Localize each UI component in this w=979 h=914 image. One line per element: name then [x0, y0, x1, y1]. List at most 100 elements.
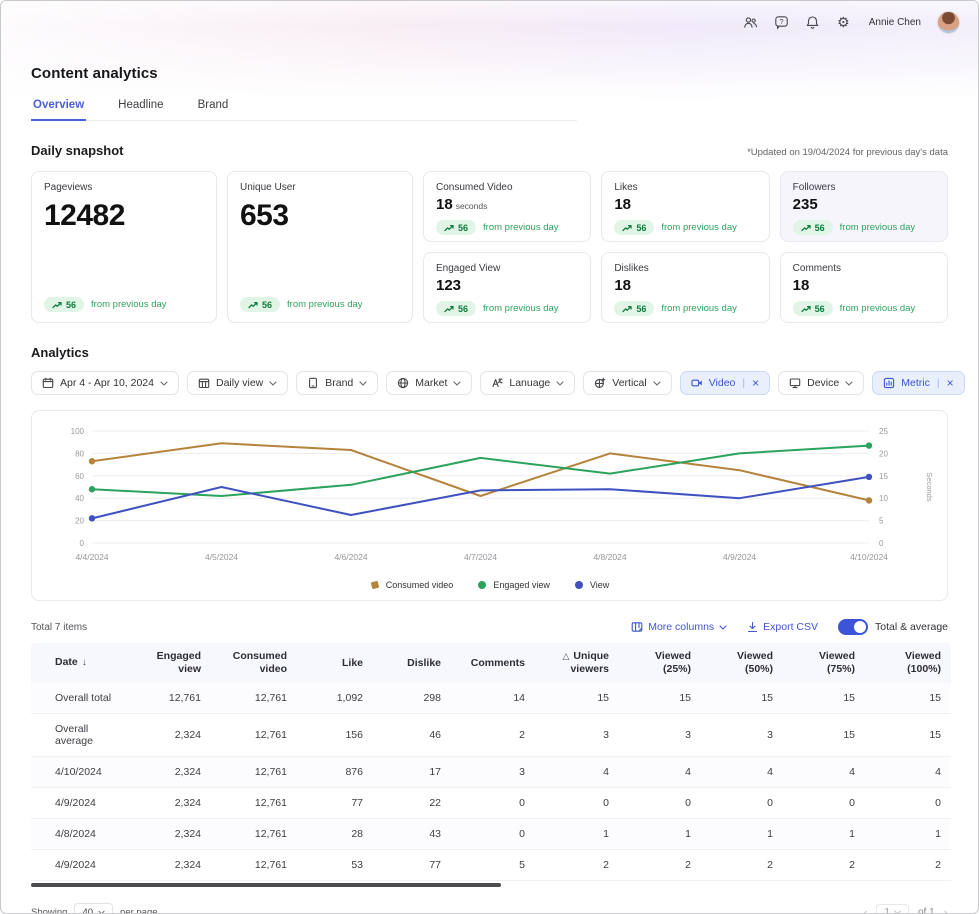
col-header-dislike[interactable]: Dislike	[373, 643, 451, 683]
svg-text:20: 20	[879, 449, 888, 458]
filter-label: Market	[415, 377, 447, 389]
cell: 876	[297, 757, 373, 788]
table-row-overall-average[interactable]: Overall average2,32412,7611564623331515	[31, 714, 951, 757]
table-row-overall-total[interactable]: Overall total12,76112,7611,0922981415151…	[31, 683, 951, 714]
cell: 1	[783, 819, 865, 850]
tab-brand[interactable]: Brand	[196, 94, 231, 120]
cell: 4	[783, 757, 865, 788]
horizontal-scrollbar[interactable]	[31, 883, 501, 887]
delta-note: from previous day	[483, 303, 559, 314]
export-csv-button[interactable]: Export CSV	[747, 621, 818, 633]
col-header-viewed-100[interactable]: Viewed (100%)	[865, 643, 951, 683]
filter-metric[interactable]: Metric|×	[872, 371, 964, 395]
col-header-comments[interactable]: Comments	[451, 643, 535, 683]
toggle-switch[interactable]	[838, 619, 868, 635]
tab-headline[interactable]: Headline	[116, 94, 165, 120]
trend-badge: 56	[793, 301, 833, 316]
trend-up-icon	[52, 301, 62, 309]
col-header-viewed-50[interactable]: Viewed (50%)	[701, 643, 783, 683]
chevron-down-icon	[845, 381, 853, 386]
settings-icon[interactable]: ⚙	[836, 15, 851, 30]
column-label: Like	[342, 657, 363, 669]
filter-label: Vertical	[612, 377, 646, 389]
per-page-label: per page	[120, 907, 158, 914]
cell: 12,761	[211, 714, 297, 757]
avatar[interactable]	[937, 11, 960, 34]
filter-daily-view[interactable]: Daily view	[187, 371, 288, 395]
tab-overview[interactable]: Overview	[31, 94, 86, 121]
trend-up-icon	[444, 305, 454, 313]
legend-view[interactable]: View	[574, 580, 609, 590]
cell: 1	[619, 819, 701, 850]
delta-triangle-icon: △	[562, 651, 569, 661]
pagination: ‹ 1 of 1 ›	[863, 904, 948, 914]
card-value: 18	[614, 196, 631, 213]
snapshot-cards: Pageviews1248256from previous dayUnique …	[31, 171, 948, 323]
filter-apr-4-apr-10-2024[interactable]: Apr 4 - Apr 10, 2024	[31, 371, 179, 395]
tabs: Overview Headline Brand	[31, 94, 577, 121]
people-icon[interactable]	[743, 15, 758, 30]
filter-device[interactable]: Device	[778, 371, 864, 395]
cell: 15	[535, 683, 619, 714]
notifications-icon[interactable]	[805, 15, 820, 30]
card-label: Comments	[793, 263, 935, 274]
cell: 0	[451, 788, 535, 819]
column-label: Viewed (50%)	[737, 650, 773, 675]
filter-brand[interactable]: Brand	[296, 371, 378, 395]
delta-row: 56from previous day	[240, 297, 400, 312]
cell: 15	[701, 683, 783, 714]
legend-engaged-view[interactable]: Engaged view	[477, 580, 550, 590]
cell: 4	[865, 757, 951, 788]
delta-value: 56	[66, 300, 76, 310]
filter-lanuage[interactable]: Lanuage	[480, 371, 575, 395]
table-row-4-9-2024[interactable]: 4/9/20242,32412,7617722000000	[31, 788, 951, 819]
chevron-down-icon	[359, 381, 367, 386]
svg-text:4/9/2024: 4/9/2024	[723, 552, 756, 562]
legend-marker	[370, 580, 380, 590]
more-columns-label: More columns	[648, 621, 714, 633]
close-icon[interactable]: ×	[947, 377, 954, 389]
more-columns-button[interactable]: More columns	[631, 621, 727, 633]
next-page-button[interactable]: ›	[944, 906, 948, 914]
col-header-viewed-25[interactable]: Viewed (25%)	[619, 643, 701, 683]
delta-row: 56from previous day	[436, 301, 578, 316]
filter-vertical[interactable]: Vertical	[583, 371, 671, 395]
col-header-date[interactable]: Date↓	[31, 643, 131, 683]
legend-marker	[574, 580, 584, 590]
cell: 2	[451, 714, 535, 757]
cell: 2	[865, 850, 951, 881]
cell: 4/9/2024	[31, 850, 131, 881]
close-icon[interactable]: ×	[752, 377, 759, 389]
globe-plus-icon	[594, 377, 606, 389]
prev-page-button[interactable]: ‹	[863, 906, 867, 914]
total-average-toggle[interactable]: Total & average	[838, 619, 948, 635]
cell: 1,092	[297, 683, 373, 714]
filter-label: Metric	[901, 377, 930, 389]
col-header-consumed-video[interactable]: Consumed video	[211, 643, 297, 683]
col-header-viewed-75[interactable]: Viewed (75%)	[783, 643, 865, 683]
trend-badge: 56	[793, 220, 833, 235]
table-row-4-10-2024[interactable]: 4/10/20242,32412,76187617344444	[31, 757, 951, 788]
table-row-4-8-2024[interactable]: 4/8/20242,32412,7612843011111	[31, 819, 951, 850]
column-label: Dislike	[407, 657, 441, 669]
help-icon[interactable]: ?	[774, 15, 789, 30]
table-actions: More columns Export CSV Total & average	[631, 619, 948, 635]
filter-market[interactable]: Market	[386, 371, 472, 395]
col-header-unique-viewers[interactable]: △Unique viewers	[535, 643, 619, 683]
chevron-down-icon	[160, 381, 168, 386]
card-value: 18	[614, 277, 631, 294]
page-select[interactable]: 1	[876, 904, 909, 914]
col-header-like[interactable]: Like	[297, 643, 373, 683]
metric-icon	[883, 377, 895, 389]
card-engaged-view: Engaged View12356from previous day	[423, 252, 591, 323]
svg-text:Seconds: Seconds	[925, 472, 934, 501]
chevron-down-icon	[453, 381, 461, 386]
col-header-engaged-view[interactable]: Engaged view	[131, 643, 211, 683]
table-row-4-9-2024[interactable]: 4/9/20242,32412,7615377522222	[31, 850, 951, 881]
svg-text:100: 100	[71, 427, 85, 436]
legend-consumed-video[interactable]: Consumed video	[370, 580, 454, 590]
filter-video[interactable]: Video|×	[680, 371, 770, 395]
card-value: 12482	[44, 199, 204, 233]
page-size-select[interactable]: 40	[74, 903, 113, 914]
video-icon	[691, 377, 703, 389]
